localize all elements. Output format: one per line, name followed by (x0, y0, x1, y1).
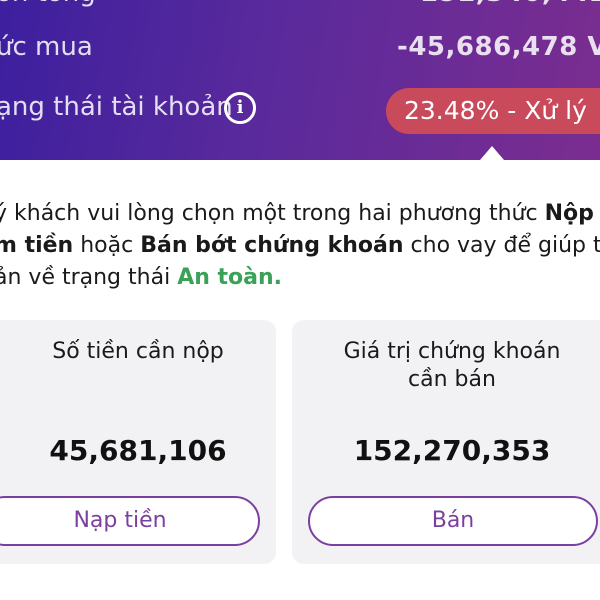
status-badge: 23.48% - Xử lý (386, 88, 600, 134)
summary-row-buying-power: ức mua -45,686,478 V (0, 32, 600, 72)
buying-power-value: -45,686,478 V (397, 32, 600, 62)
deposit-amount: 45,681,106 (49, 434, 227, 467)
assets-label: ổn tổng (0, 0, 96, 8)
option-deposit-text: Nộp (544, 201, 594, 226)
instruction-message: ý khách vui lòng chọn một trong hai phươ… (0, 198, 600, 294)
account-summary-header: ổn tổng 151,340,442 ức mua -45,686,478 V… (0, 0, 600, 160)
assets-value: 151,340,442 (420, 0, 600, 8)
option-deposit-text-cont: m tiền (0, 233, 74, 258)
message-text-1: ý khách vui lòng chọn một trong hai phươ… (0, 201, 545, 226)
message-text-2: cho vay để giúp tài (403, 233, 600, 258)
sell-card-title: Giá trị chứng khoán cần bán (343, 339, 561, 392)
tooltip-pointer (480, 146, 504, 160)
deposit-card-title: Số tiền cần nộp (52, 339, 224, 364)
buying-power-label: ức mua (0, 32, 93, 62)
sell-card: Giá trị chứng khoán cần bán 152,270,353 … (292, 320, 600, 564)
summary-row-assets: ổn tổng 151,340,442 (0, 0, 600, 18)
info-circle-icon[interactable]: i (224, 92, 256, 124)
sell-amount: 152,270,353 (353, 434, 551, 467)
safe-state-text: An toàn. (177, 265, 283, 290)
message-text-3: ản về trạng thái (0, 265, 178, 290)
deposit-button[interactable]: Nạp tiền (0, 496, 260, 546)
message-text-mid: hoặc (73, 233, 141, 258)
option-sell-text: Bán bớt chứng khoán (140, 233, 404, 258)
deposit-card: Số tiền cần nộp 45,681,106 Nạp tiền (0, 320, 276, 564)
account-status-label: ạng thái tài khoản (0, 92, 233, 122)
sell-button[interactable]: Bán (308, 496, 598, 546)
